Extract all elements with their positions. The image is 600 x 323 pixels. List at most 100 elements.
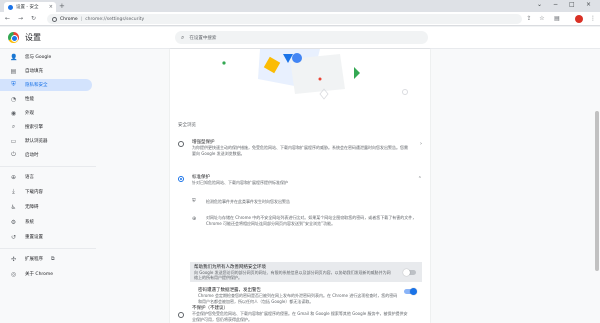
sidebar-item-accessibility[interactable]: ♿ 无障碍 [0,201,92,213]
globe-check-icon: ⊕ [192,216,197,222]
search-placeholder: 在设置中搜索 [189,35,217,41]
sidebar-divider [0,248,96,249]
person-icon: 👤 [10,53,18,61]
sidebar-item-performance[interactable]: ◔ 性能 [0,93,92,105]
open-external-icon: ⧉ [51,256,55,262]
radio-enhanced[interactable] [178,141,184,147]
extension-icon: ✣ [10,255,17,263]
settings-favicon-icon [8,4,13,10]
omnibox-separator: | [80,16,83,22]
option-no-protection[interactable]: 不保护（不建议） 不会保护您免受危险网站、下载内容和扩展程序的侵害。在 Gmai… [178,302,422,322]
sidebar-item-label: 扩展程序 [25,257,43,262]
maximize-button[interactable]: □ [569,1,575,9]
sidebar-item-label: 性能 [25,97,34,102]
settings-page: 设置 ⌕ 在设置中搜索 👤 您与 Google ▤ 自动填充 ⛨ 隐私和安全 ◔ 性能 … [0,27,600,323]
security-card: 安全浏览 增强型保护 为你提供更快速主动的保护措施，免受危险网站、下载内容和扩展… [170,49,430,323]
detail-text: 对网址与存储在 Chrome 中的不安全网站列表进行比对。如果某个网站企图窃取您… [206,215,417,226]
detail-text: 检测危险事件并在此类事件发生时向您发出警告 [206,199,290,204]
sidebar-item-label: 搜索引擎 [25,125,43,130]
sidebar-item-on-startup[interactable]: ⏻ 启动时 [0,149,92,161]
chevron-up-icon[interactable]: ⌃ [418,176,422,182]
option-enhanced-protection[interactable]: 增强型保护 为你提供更快速主动的保护措施，免受危险网站、下载内容和扩展程序的威胁… [178,139,422,165]
sidebar-item-label: 重置设置 [25,235,43,240]
tab-strip: 设置 - 安全 × + ⌄ − □ × [0,0,600,12]
sidebar-item-default-browser[interactable]: ▭ 默认浏览器 [0,135,92,147]
section-title-safe-browsing: 安全浏览 [178,123,196,128]
tab-title: 设置 - 安全 [16,5,39,10]
profile-avatar[interactable] [575,15,583,23]
improve-desc: 向 Google 发送您访问的部分网页的网址、有限的系统信息以及部分网页内容，以… [194,270,391,280]
search-icon: ⌕ [181,33,185,41]
option-standard-protection[interactable]: 标准保护 针对已知危险网站、下载内容和扩展程序提供标准保护 ⌃ [178,174,422,188]
security-illustration [170,49,430,109]
browser-icon: ▭ [10,137,17,145]
globe-icon: ⊕ [10,173,17,181]
sidebar-item-you-and-google[interactable]: 👤 您与 Google [0,51,92,63]
radio-no-protection[interactable] [178,312,184,318]
sidebar-item-about-chrome[interactable]: ◎ 关于 Chrome [0,268,92,280]
forward-button[interactable]: → [18,15,23,23]
accessibility-icon: ♿ [10,203,17,211]
sidebar-item-extensions[interactable]: ✣ 扩展程序 ⧉ [0,253,92,265]
chrome-logo-icon [8,32,19,43]
back-button[interactable]: ← [5,15,10,23]
minimize-button[interactable]: − [553,1,558,9]
sidebar-item-privacy-security[interactable]: ⛨ 隐私和安全 [0,79,92,91]
palette-icon: ◉ [10,109,17,117]
new-tab-button[interactable]: + [59,2,65,10]
improve-security-row: 帮助我们为所有人改善网络安全环境 向 Google 发送您访问的部分网页的网址、… [190,262,422,282]
reload-button[interactable]: ↻ [31,15,36,23]
option-desc: 不会保护您免受危险网站、下载内容和扩展程序的侵害。在 Gmail 和 Googl… [192,311,408,322]
radio-standard[interactable] [178,176,184,182]
omnibox-url[interactable]: chrome://settings/security [85,17,144,22]
option-desc: 为你提供更快速主动的保护措施，免受危险网站、下载内容和扩展程序的威胁。系统会在密… [192,145,408,156]
sidebar-item-search-engine[interactable]: ⌕ 搜索引擎 [0,121,92,133]
sidebar-item-reset-settings[interactable]: ↺ 重置设置 [0,231,92,243]
toggle-knob [403,269,410,276]
sidebar-item-label: 语言 [25,175,34,180]
page-title: 设置 [25,33,41,42]
sidebar-item-label: 无障碍 [25,205,39,210]
tab-settings[interactable]: 设置 - 安全 × [4,2,56,12]
download-icon: ⤓ [12,188,15,195]
page-scrollbar[interactable] [595,111,599,271]
sidebar-item-label: 关于 Chrome [25,272,54,277]
leak-warning-toggle[interactable] [404,288,417,295]
chevron-right-icon[interactable]: › [420,141,422,147]
chrome-page-icon [52,16,57,22]
power-icon: ⏻ [11,151,16,158]
sidebar-item-label: 您与 Google [25,55,52,60]
bookmark-star-icon[interactable]: ☆ [538,15,546,23]
sidebar-item-label: 外观 [25,111,34,116]
sidebar-item-label: 系统 [25,220,34,225]
wrench-icon: ⚙ [10,218,17,226]
sidebar-item-downloads[interactable]: ⤓ 下载内容 [0,186,92,198]
extension-icon[interactable]: ▤ [553,15,561,23]
chrome-icon: ◎ [10,270,17,278]
sidebar-item-label: 启动时 [25,153,39,158]
reset-icon: ↺ [10,233,17,241]
settings-search-input[interactable]: ⌕ 在设置中搜索 [175,31,428,44]
settings-sidebar: 👤 您与 Google ▤ 自动填充 ⛨ 隐私和安全 ◔ 性能 ◉ 外观 ⌕ 搜索引擎 ▭ 默… [0,49,96,323]
sidebar-item-label: 下载内容 [25,190,43,195]
settings-header: 设置 ⌕ 在设置中搜索 [0,27,600,49]
menu-icon[interactable]: ⋮ [589,15,597,23]
option-desc: 针对已知危险网站、下载内容和扩展程序提供标准保护 [192,180,288,185]
address-bar[interactable]: Chrome | chrome://settings/security [47,14,522,24]
sidebar-item-label: 隐私和安全 [25,83,48,88]
tab-search-icon[interactable]: ⌄ [537,1,542,9]
shield-check-icon: ⛨ [192,198,196,204]
sidebar-item-languages[interactable]: ⊕ 语言 [0,171,92,183]
tab-close-icon[interactable]: × [49,4,53,10]
sidebar-item-label: 自动填充 [25,69,43,74]
sidebar-item-appearance[interactable]: ◉ 外观 [0,107,92,119]
search-icon: ⌕ [11,123,16,130]
sidebar-item-autofill[interactable]: ▤ 自动填充 [0,65,92,77]
speed-icon: ◔ [10,95,17,103]
omnibox-brand: Chrome [60,16,78,22]
close-window-button[interactable]: × [586,1,591,9]
sidebar-item-system[interactable]: ⚙ 系统 [0,216,92,228]
improve-toggle[interactable] [403,269,416,276]
share-icon[interactable]: ⇪ [525,15,533,23]
sidebar-divider [0,166,96,167]
